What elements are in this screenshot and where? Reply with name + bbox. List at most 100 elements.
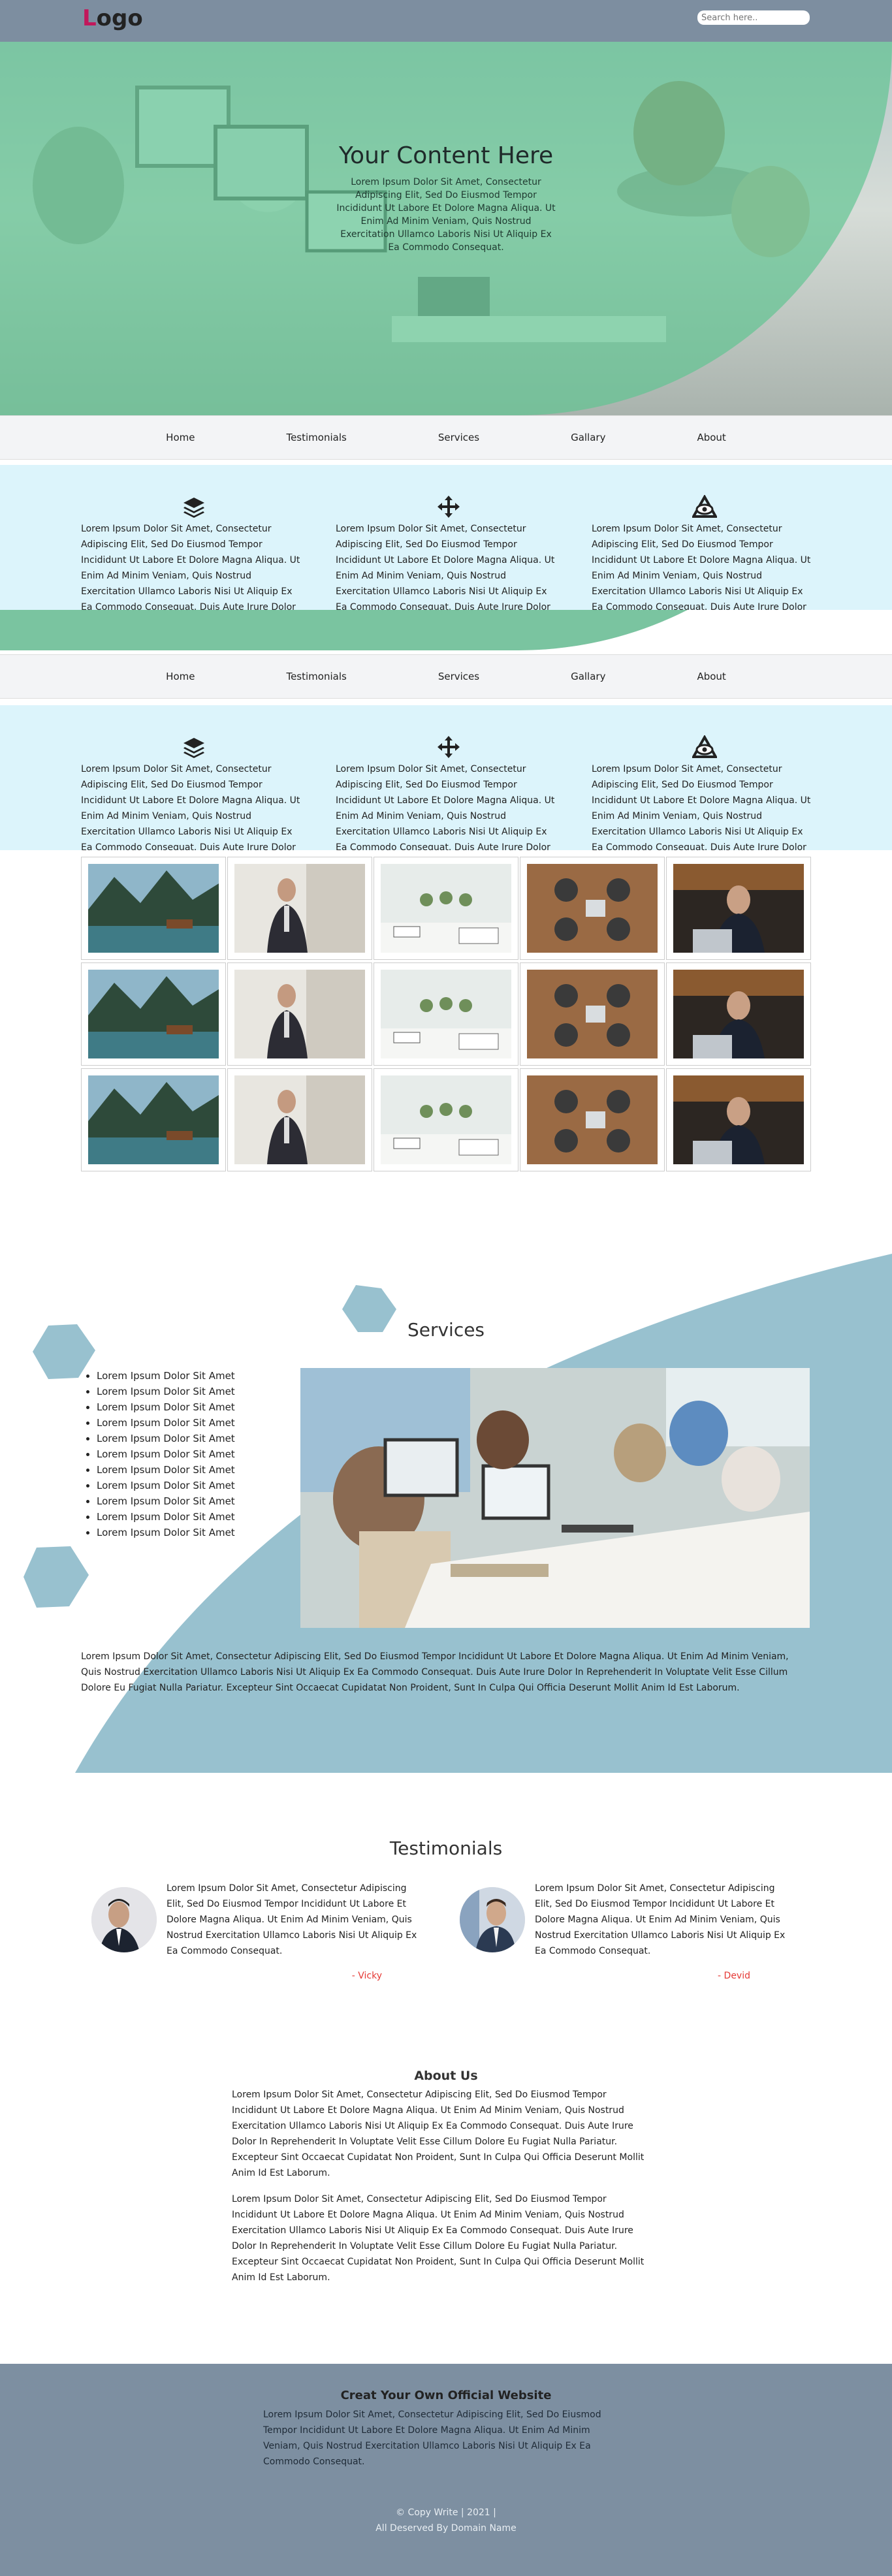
list-item: Lorem Ipsum Dolor Sit Amet [97, 1525, 235, 1540]
nav-testimonials[interactable]: Testimonials [286, 432, 346, 443]
gallery-row [81, 1068, 811, 1171]
nav-home[interactable]: Home [166, 432, 195, 443]
nav-about[interactable]: About [697, 432, 725, 443]
feature-text: Lorem Ipsum Dolor Sit Amet, Consectetur … [592, 524, 811, 610]
feature-card: Lorem Ipsum Dolor Sit Amet, Consectetur … [592, 494, 817, 610]
nav-services[interactable]: Services [438, 671, 479, 682]
logo-first-letter: L [82, 5, 97, 31]
desk-plants-image [381, 970, 511, 1058]
gallery-item[interactable] [374, 962, 518, 1066]
gallery-item[interactable] [227, 857, 372, 960]
feature-text: Lorem Ipsum Dolor Sit Amet, Consectetur … [336, 764, 555, 850]
workspace-topview-image [527, 864, 658, 953]
features-section: Lorem Ipsum Dolor Sit Amet, Consectetur … [0, 705, 892, 850]
feature-card: Lorem Ipsum Dolor Sit Amet, Consectetur … [336, 495, 561, 610]
gallery-item[interactable] [374, 857, 518, 960]
desk-plants-image [381, 1075, 511, 1164]
rights-line: All Deserved By Domain Name [375, 2523, 517, 2534]
man-laptop-image [673, 1075, 804, 1164]
list-item: Lorem Ipsum Dolor Sit Amet [97, 1478, 235, 1493]
about-title: About Us [414, 2069, 478, 2083]
gallery-item[interactable] [81, 962, 226, 1066]
features-section: Lorem Ipsum Dolor Sit Amet, Consectetur … [0, 465, 892, 610]
gallery-item[interactable] [227, 1068, 372, 1171]
nav-about[interactable]: About [697, 671, 725, 682]
gallery-item[interactable] [520, 1068, 665, 1171]
workspace-topview-image [527, 1075, 658, 1164]
gallery-item[interactable] [520, 962, 665, 1066]
main-nav: Home Testimonials Services Gallary About [0, 415, 892, 460]
gallery-row [81, 962, 811, 1066]
businessman-image [234, 864, 365, 953]
lake-mountain-image [88, 864, 219, 953]
gallery-item[interactable] [666, 857, 811, 960]
image-gallery [81, 857, 811, 1174]
gallery-item[interactable] [227, 962, 372, 1066]
services-paragraph: Lorem Ipsum Dolor Sit Amet, Consectetur … [81, 1651, 789, 1693]
man-laptop-image [673, 970, 804, 1058]
nav-testimonials[interactable]: Testimonials [286, 671, 346, 682]
hero-banner: Your Content Here Lorem Ipsum Dolor Sit … [0, 42, 892, 415]
workspace-topview-image [527, 970, 658, 1058]
businessman-image [234, 970, 365, 1058]
eye-triangle-icon [592, 734, 817, 761]
man-laptop-image [673, 864, 804, 953]
testimonial-text: Lorem Ipsum Dolor Sit Amet, Consectetur … [167, 1883, 417, 1956]
eye-triangle-icon [592, 494, 817, 521]
hero-text: Lorem Ipsum Dolor Sit Amet, Consectetur … [336, 177, 556, 253]
gallery-row [81, 857, 811, 960]
about-paragraph: Lorem Ipsum Dolor Sit Amet, Consectetur … [232, 2194, 645, 2283]
services-title: Services [407, 1319, 485, 1341]
lake-mountain-image [88, 1075, 219, 1164]
gallery-item[interactable] [374, 1068, 518, 1171]
feature-text: Lorem Ipsum Dolor Sit Amet, Consectetur … [81, 764, 300, 850]
nav-home[interactable]: Home [166, 671, 195, 682]
footer-text: Lorem Ipsum Dolor Sit Amet, Consectetur … [263, 2409, 601, 2467]
logo-rest: ogo [96, 5, 143, 31]
avatar [460, 1887, 525, 1952]
list-item: Lorem Ipsum Dolor Sit Amet [97, 1399, 235, 1415]
desk-plants-image [381, 864, 511, 953]
feature-text: Lorem Ipsum Dolor Sit Amet, Consectetur … [336, 524, 555, 610]
feature-text: Lorem Ipsum Dolor Sit Amet, Consectetur … [81, 524, 300, 610]
list-item: Lorem Ipsum Dolor Sit Amet [97, 1462, 235, 1478]
logo[interactable]: Logo [82, 5, 143, 31]
layers-icon [81, 735, 306, 761]
layers-icon [81, 495, 306, 521]
list-item: Lorem Ipsum Dolor Sit Amet [97, 1446, 235, 1462]
feature-card: Lorem Ipsum Dolor Sit Amet, Consectetur … [81, 735, 306, 850]
testimonials-title: Testimonials [389, 1837, 503, 1859]
list-item: Lorem Ipsum Dolor Sit Amet [97, 1431, 235, 1446]
list-item: Lorem Ipsum Dolor Sit Amet [97, 1368, 235, 1384]
nav-services[interactable]: Services [438, 432, 479, 443]
testimonial-author: - Vicky [351, 1971, 382, 1981]
feature-text: Lorem Ipsum Dolor Sit Amet, Consectetur … [592, 764, 811, 850]
list-item: Lorem Ipsum Dolor Sit Amet [97, 1509, 235, 1525]
testimonial-author: - Devid [718, 1971, 750, 1981]
list-item: Lorem Ipsum Dolor Sit Amet [97, 1384, 235, 1399]
hero-title: Your Content Here [338, 142, 554, 169]
feature-card: Lorem Ipsum Dolor Sit Amet, Consectetur … [592, 734, 817, 850]
footer-title: Creat Your Own Official Website [340, 2389, 552, 2402]
site-header: Logo [0, 0, 892, 42]
copyright-line: © Copy Write | 2021 | [396, 2507, 496, 2518]
feature-card: Lorem Ipsum Dolor Sit Amet, Consectetur … [81, 495, 306, 610]
list-item: Lorem Ipsum Dolor Sit Amet [97, 1415, 235, 1431]
services-section: Services Lorem Ipsum Dolor Sit Amet Lore… [0, 1241, 892, 1776]
site-footer: Creat Your Own Official Website Lorem Ip… [0, 2364, 892, 2576]
nav-gallary[interactable]: Gallary [571, 671, 605, 682]
nav-gallary[interactable]: Gallary [571, 432, 605, 443]
move-arrows-icon [336, 735, 561, 761]
gallery-item[interactable] [666, 1068, 811, 1171]
list-item: Lorem Ipsum Dolor Sit Amet [97, 1493, 235, 1509]
about-paragraph: Lorem Ipsum Dolor Sit Amet, Consectetur … [232, 2090, 645, 2178]
avatar [91, 1887, 157, 1952]
search-input[interactable] [697, 10, 810, 25]
lake-mountain-image [88, 970, 219, 1058]
services-list: Lorem Ipsum Dolor Sit Amet Lorem Ipsum D… [97, 1368, 235, 1540]
gallery-item[interactable] [666, 962, 811, 1066]
gallery-item[interactable] [520, 857, 665, 960]
gallery-item[interactable] [81, 1068, 226, 1171]
feature-card: Lorem Ipsum Dolor Sit Amet, Consectetur … [336, 735, 561, 850]
gallery-item[interactable] [81, 857, 226, 960]
